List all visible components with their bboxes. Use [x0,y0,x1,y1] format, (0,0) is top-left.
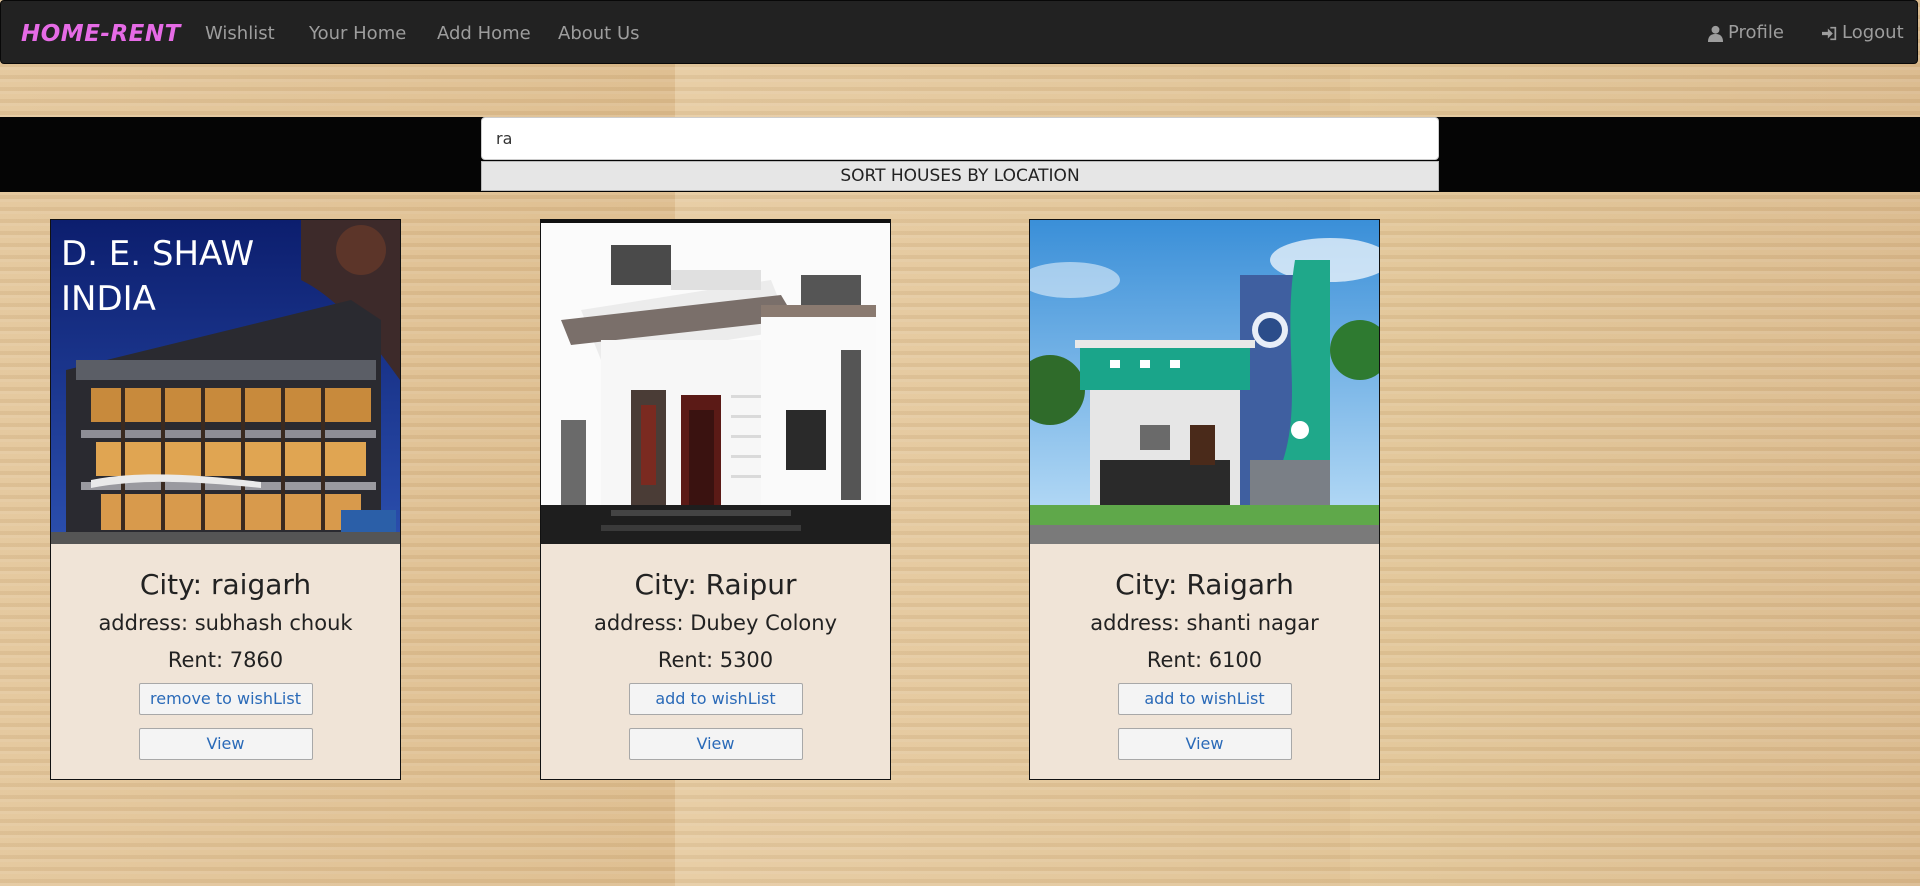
house-card: City: Raigarh address: shanti nagar Rent… [1029,219,1380,780]
view-button[interactable]: View [1117,728,1292,760]
sort-by-location-button[interactable]: SORT HOUSES BY LOCATION [481,161,1439,191]
log-in-icon [1822,26,1837,40]
user-icon [1708,25,1723,42]
house-card: City: Raipur address: Dubey Colony Rent:… [540,219,891,780]
card-rent: Rent: 5300 [657,648,774,672]
house-image[interactable] [1030,220,1379,544]
logout-label: Logout [1842,22,1904,43]
location-search-input[interactable] [481,117,1439,160]
house-image[interactable]: D. E. SHAW INDIA [51,220,400,544]
top-navbar: HOME-RENT Wishlist Your Home Add Home Ab… [0,0,1918,64]
card-address: address: subhash chouk [98,611,353,635]
view-button[interactable]: View [628,728,803,760]
nav-link-about-us[interactable]: About Us [558,1,640,65]
profile-label: Profile [1728,22,1784,43]
card-city: City: raigarh [139,568,312,601]
card-address: address: shanti nagar [1090,611,1319,635]
view-button[interactable]: View [138,728,313,760]
image-caption-line-1: D. E. SHAW [61,234,254,274]
image-caption-line-2: INDIA [61,279,156,319]
house-card: D. E. SHAW INDIA City: raigarh address: … [50,219,401,780]
card-rent: Rent: 6100 [1146,648,1263,672]
remove-from-wishlist-button[interactable]: remove to wishList [138,683,313,715]
add-to-wishlist-button[interactable]: add to wishList [628,683,803,715]
nav-link-your-home[interactable]: Your Home [309,1,406,65]
card-address: address: Dubey Colony [593,611,838,635]
house-image[interactable] [541,220,890,544]
nav-link-add-home[interactable]: Add Home [437,1,531,65]
card-city: City: Raipur [634,568,797,601]
nav-link-wishlist[interactable]: Wishlist [205,1,275,65]
profile-link[interactable]: Profile [1708,1,1784,65]
card-city: City: Raigarh [1115,568,1294,601]
card-rent: Rent: 7860 [167,648,284,672]
add-to-wishlist-button[interactable]: add to wishList [1117,683,1292,715]
logout-link[interactable]: Logout [1822,1,1904,65]
brand-logo[interactable]: HOME-RENT [21,1,181,65]
